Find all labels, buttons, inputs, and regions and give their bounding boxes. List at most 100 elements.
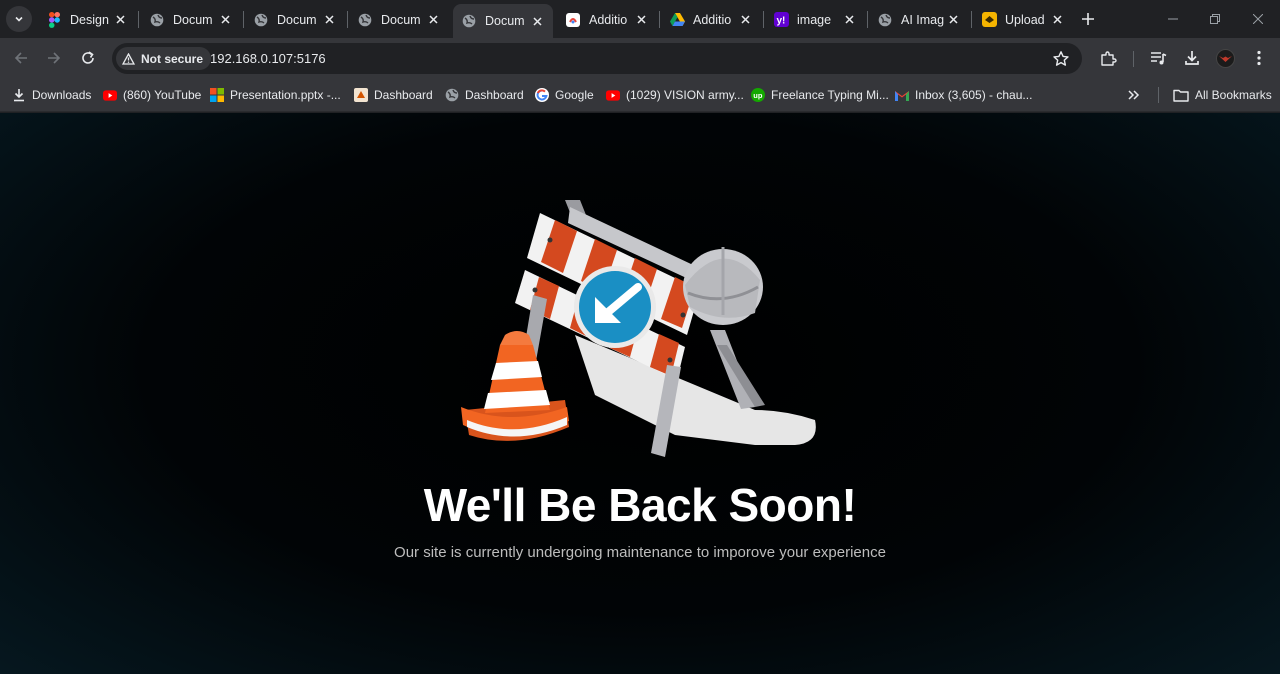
extensions-button[interactable]: [1098, 48, 1118, 68]
not-secure-label: Not secure: [141, 51, 204, 66]
profile-avatar[interactable]: [1216, 49, 1235, 68]
bookmarks-bar: Downloads (860) YouTube Presentation.ppt…: [0, 78, 1280, 112]
close-icon[interactable]: [1049, 12, 1065, 28]
chevron-down-icon: [15, 16, 23, 22]
close-icon[interactable]: [217, 12, 233, 28]
close-icon[interactable]: [112, 12, 128, 28]
tab-strip: Design Docum Docum Docum Docum Additio A…: [0, 0, 1280, 38]
bookmarks-overflow-button[interactable]: [1128, 86, 1140, 104]
playlist-music-icon: [1150, 51, 1166, 64]
bookmark-dashboard-1[interactable]: Dashboard: [354, 86, 433, 104]
bookmark-label: Google: [555, 88, 594, 102]
globe-icon: [357, 12, 373, 28]
tab-document-2[interactable]: Docum: [245, 5, 345, 34]
maintenance-page: We'll Be Back Soon! Our site is currentl…: [0, 113, 1280, 674]
svg-text:y!: y!: [776, 16, 785, 27]
globe-icon: [877, 12, 893, 28]
more-vert-icon: [1257, 50, 1261, 66]
close-icon[interactable]: [945, 12, 961, 28]
globe-icon: [461, 13, 477, 29]
address-bar[interactable]: Not secure 192.168.0.107:5176: [112, 43, 1082, 74]
folder-icon: [1173, 88, 1189, 102]
bookmark-google[interactable]: Google: [535, 86, 594, 104]
tab-design[interactable]: Design: [38, 5, 136, 34]
downloads-button[interactable]: [1182, 48, 1202, 68]
tab-additional-1[interactable]: Additio: [557, 5, 657, 34]
media-controls-button[interactable]: [1148, 48, 1168, 68]
download-icon: [1185, 51, 1199, 65]
tab-title: Docum: [173, 12, 213, 27]
bookmark-dashboard-2[interactable]: Dashboard: [445, 86, 524, 104]
chevron-double-right-icon: [1128, 90, 1140, 100]
tab-title: Docum: [485, 14, 525, 28]
close-icon[interactable]: [841, 12, 857, 28]
globe-icon: [149, 12, 165, 28]
tab-title: Additio: [589, 12, 628, 27]
bookmark-vision-army[interactable]: (1029) VISION army...: [606, 86, 744, 104]
avatar-icon: [1219, 55, 1232, 62]
tab-separator: [243, 11, 244, 28]
reload-button[interactable]: [76, 46, 100, 70]
bookmark-presentation[interactable]: Presentation.pptx -...: [210, 86, 341, 104]
tab-search-button[interactable]: [6, 6, 32, 32]
tab-title: image: [797, 12, 832, 27]
restore-icon: [1210, 14, 1220, 24]
tab-title: Design: [70, 12, 109, 27]
toolbar: Not secure 192.168.0.107:5176: [0, 38, 1280, 78]
arrow-right-icon: [48, 52, 61, 64]
tab-document-1[interactable]: Docum: [141, 5, 241, 34]
upload-app-icon: [981, 12, 997, 28]
tab-separator: [659, 11, 660, 28]
bookmark-label: Freelance Typing Mi...: [771, 88, 889, 102]
close-icon[interactable]: [321, 12, 337, 28]
bookmark-label: Presentation.pptx -...: [230, 88, 341, 102]
tab-image-search[interactable]: y! image: [765, 5, 865, 34]
close-icon[interactable]: [425, 12, 441, 28]
tab-document-3[interactable]: Docum: [349, 5, 449, 34]
tab-separator: [971, 11, 972, 28]
warning-icon: [122, 52, 135, 65]
page-subtitle: Our site is currently undergoing mainten…: [394, 544, 886, 561]
back-button[interactable]: [9, 46, 33, 70]
restore-button[interactable]: [1205, 9, 1225, 29]
close-window-button[interactable]: [1248, 9, 1268, 29]
tab-separator: [867, 11, 868, 28]
tab-title: AI Imag: [901, 12, 945, 27]
dashboard-app-icon: [354, 88, 368, 102]
page-title: We'll Be Back Soon!: [423, 479, 857, 531]
forward-button[interactable]: [42, 46, 66, 70]
site-info-chip[interactable]: Not secure: [116, 47, 212, 70]
bookmark-label: (1029) VISION army...: [626, 88, 744, 102]
all-bookmarks-button[interactable]: All Bookmarks: [1173, 86, 1272, 104]
bookmark-youtube[interactable]: (860) YouTube: [103, 86, 201, 104]
new-tab-button[interactable]: [1078, 9, 1098, 29]
close-icon[interactable]: [529, 13, 545, 29]
close-icon[interactable]: [737, 12, 753, 28]
drive-icon: [669, 12, 685, 28]
menu-button[interactable]: [1249, 48, 1269, 68]
tab-ai-image[interactable]: AI Imag: [869, 5, 969, 34]
gmail-icon: [895, 88, 909, 102]
tab-title: Docum: [277, 12, 317, 27]
url-text[interactable]: 192.168.0.107:5176: [210, 51, 326, 66]
bookmark-label: Dashboard: [374, 88, 433, 102]
close-icon[interactable]: [633, 12, 649, 28]
bookmark-downloads[interactable]: Downloads: [12, 86, 91, 104]
tab-additional-2[interactable]: Additio: [661, 5, 761, 34]
all-bookmarks-label: All Bookmarks: [1195, 88, 1272, 102]
minimize-button[interactable]: [1163, 9, 1183, 29]
tab-document-active[interactable]: Docum: [453, 4, 553, 38]
reload-icon: [82, 51, 94, 64]
bookmark-label: Inbox (3,605) - chau...: [915, 88, 1033, 102]
bookmark-freelance[interactable]: up Freelance Typing Mi...: [751, 86, 889, 104]
construction-barrier-illustration: [461, 200, 816, 457]
tab-upload[interactable]: Upload: [973, 5, 1073, 34]
bookmark-gmail[interactable]: Inbox (3,605) - chau...: [895, 86, 1032, 104]
youtube-icon: [103, 88, 117, 102]
puzzle-icon: [1100, 50, 1117, 66]
bookmark-label: Dashboard: [465, 88, 524, 102]
globe-icon: [253, 12, 269, 28]
toolbar-separator: [1133, 51, 1134, 67]
globe-icon: [445, 88, 459, 102]
bookmark-star-icon[interactable]: [1052, 50, 1070, 68]
